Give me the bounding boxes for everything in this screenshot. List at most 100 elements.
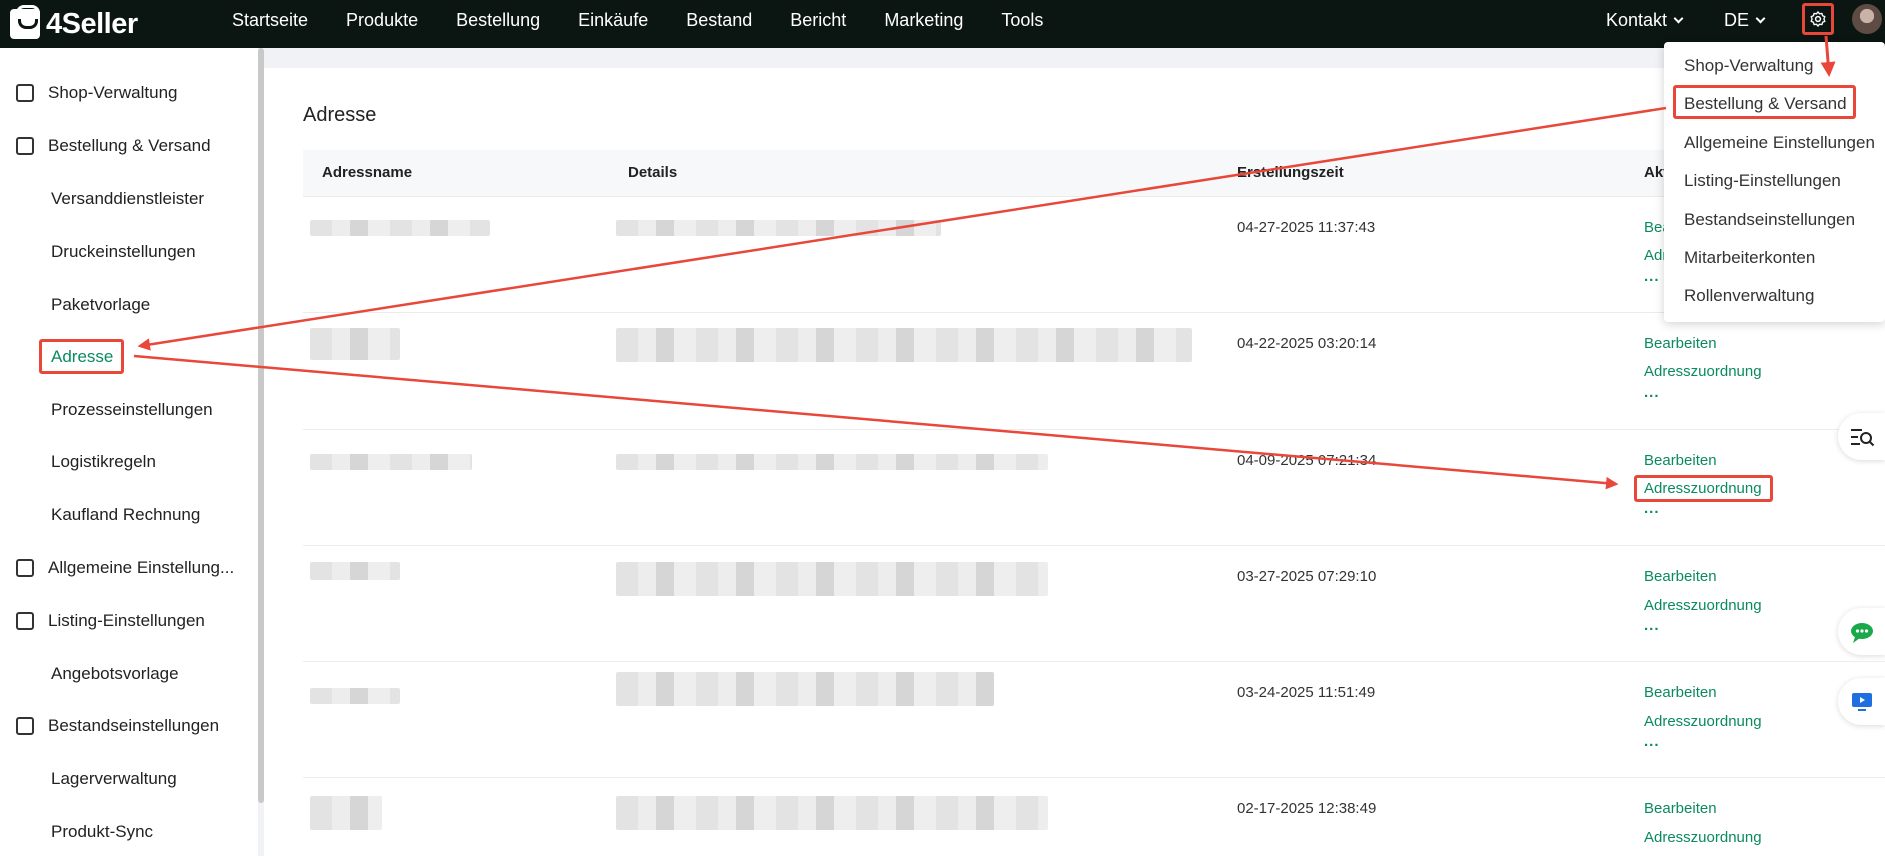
redacted-address-name	[310, 328, 400, 360]
language-dropdown[interactable]: DE	[1724, 0, 1766, 40]
more-actions-button[interactable]: ...	[1644, 733, 1660, 750]
sidebar-item-angebotsvorlage[interactable]: Angebotsvorlage	[51, 659, 179, 689]
row-created-time: 03-24-2025 11:51:49	[1237, 684, 1376, 701]
edit-link[interactable]: Bearbeiten	[1644, 684, 1717, 701]
nav-item-bestand[interactable]: Bestand	[686, 10, 752, 31]
sidebar-item-produkt-sync[interactable]: Produkt-Sync	[51, 817, 153, 847]
redacted-address-name	[310, 220, 490, 236]
edit-link[interactable]: Bearbeiten	[1644, 568, 1717, 585]
edit-link[interactable]: Bearbeiten	[1644, 452, 1717, 469]
sidebar-item-listing-einstellungen[interactable]: Listing-Einstellungen	[16, 606, 205, 636]
redacted-address-name	[310, 796, 382, 830]
row-created-time: 03-27-2025 07:29:10	[1237, 568, 1377, 585]
redacted-address-name	[310, 688, 400, 704]
sidebar-item-allgemeine-einstellungen[interactable]: Allgemeine Einstellung...	[16, 553, 234, 583]
sidebar-item-label: Produkt-Sync	[51, 822, 154, 841]
row-divider	[303, 777, 1885, 778]
nav-item-einkaeufe[interactable]: Einkäufe	[578, 10, 648, 31]
redacted-address-details	[616, 562, 1048, 596]
edit-link[interactable]: Bearbeiten	[1644, 800, 1717, 817]
address-assignment-link[interactable]: Adresszuordnung	[1644, 713, 1762, 730]
sidebar-item-bestandseinstellungen[interactable]: Bestandseinstellungen	[16, 711, 219, 741]
page-title: Adresse	[303, 104, 377, 126]
store-icon	[16, 84, 34, 102]
sidebar-item-label: Versanddienstleister	[51, 189, 205, 208]
row-divider	[303, 429, 1885, 430]
edit-link[interactable]: Bearbeiten	[1644, 335, 1717, 352]
address-assignment-link[interactable]: Adresszuordnung	[1644, 597, 1762, 614]
sidebar-item-kaufland-rechnung[interactable]: Kaufland Rechnung	[51, 500, 200, 530]
column-header-adressname: Adressname	[322, 164, 413, 181]
app-logo[interactable]: 4Seller	[10, 5, 138, 43]
redacted-address-details	[616, 220, 941, 236]
video-tutorial-button[interactable]	[1838, 678, 1885, 725]
sidebar-item-label: Bestellung & Versand	[48, 136, 211, 155]
shopping-bag-icon	[16, 137, 34, 155]
redacted-address-details	[616, 454, 1048, 470]
row-created-time: 04-22-2025 03:20:14	[1237, 335, 1377, 352]
menu-item-rollenverwaltung[interactable]: Rollenverwaltung	[1684, 286, 1814, 306]
sidebar-item-lagerverwaltung[interactable]: Lagerverwaltung	[51, 764, 177, 794]
inventory-icon	[16, 717, 34, 735]
nav-item-marketing[interactable]: Marketing	[884, 10, 963, 31]
sidebar-item-versanddienstleister[interactable]: Versanddienstleister	[51, 184, 204, 214]
sidebar-item-label: Bestandseinstellungen	[48, 716, 220, 735]
row-created-time: 02-17-2025 12:38:49	[1237, 800, 1377, 817]
sidebar-item-label: Logistikregeln	[51, 452, 156, 471]
redacted-address-name	[310, 562, 400, 580]
menu-item-bestandseinstellungen[interactable]: Bestandseinstellungen	[1684, 210, 1855, 230]
sidebar-item-druckeinstellungen[interactable]: Druckeinstellungen	[51, 237, 196, 267]
nav-item-tools[interactable]: Tools	[1001, 10, 1043, 31]
search-help-button[interactable]	[1838, 413, 1885, 460]
sidebar-item-bestellung-versand[interactable]: Bestellung & Versand	[16, 131, 211, 161]
row-created-time: 04-27-2025 11:37:43	[1237, 219, 1376, 236]
nav-item-bestellung[interactable]: Bestellung	[456, 10, 540, 31]
menu-item-shop-verwaltung[interactable]: Shop-Verwaltung	[1684, 56, 1813, 76]
bag-logo-icon	[10, 5, 40, 39]
sidebar-item-paketvorlage[interactable]: Paketvorlage	[51, 290, 150, 320]
chat-icon	[1850, 622, 1873, 643]
chevron-down-icon	[1755, 13, 1766, 23]
row-divider	[303, 545, 1885, 546]
video-play-icon	[1851, 692, 1872, 711]
redacted-address-details	[616, 796, 1048, 830]
nav-item-produkte[interactable]: Produkte	[346, 10, 418, 31]
row-divider	[303, 661, 1885, 662]
language-label: DE	[1724, 9, 1750, 30]
sidebar-item-logistikregeln[interactable]: Logistikregeln	[51, 447, 156, 477]
more-actions-button[interactable]: ...	[1644, 500, 1660, 517]
highlight-box-bestellung-versand	[1673, 85, 1856, 119]
list-search-icon	[1850, 428, 1874, 446]
contact-label: Kontakt	[1606, 9, 1668, 30]
menu-item-listing-einstellungen[interactable]: Listing-Einstellungen	[1684, 171, 1841, 191]
nav-item-startseite[interactable]: Startseite	[232, 10, 308, 31]
menu-item-mitarbeiterkonten[interactable]: Mitarbeiterkonten	[1684, 248, 1815, 268]
contact-dropdown[interactable]: Kontakt	[1606, 0, 1684, 40]
column-header-details: Details	[628, 164, 678, 181]
user-avatar[interactable]	[1852, 4, 1882, 34]
sidebar-item-label: Shop-Verwaltung	[48, 83, 178, 102]
highlight-box-adresszuordnung	[1634, 475, 1773, 502]
more-actions-button[interactable]: ...	[1644, 384, 1660, 401]
gear-icon	[1810, 11, 1826, 27]
sidebar-item-shop-verwaltung[interactable]: Shop-Verwaltung	[16, 78, 177, 108]
sidebar-item-label: Angebotsvorlage	[51, 664, 179, 683]
menu-item-allgemeine-einstellungen[interactable]: Allgemeine Einstellungen	[1684, 133, 1875, 153]
address-assignment-link[interactable]: Adresszuordnung	[1644, 829, 1762, 846]
column-header-erstellungszeit: Erstellungszeit	[1237, 164, 1344, 181]
nav-item-bericht[interactable]: Bericht	[790, 10, 846, 31]
more-actions-button[interactable]: ...	[1644, 268, 1660, 285]
settings-button[interactable]	[1802, 3, 1834, 35]
redacted-address-details	[616, 328, 1192, 362]
document-icon	[16, 559, 34, 577]
redacted-address-name	[310, 454, 472, 470]
app-name: 4Seller	[46, 7, 138, 40]
address-assignment-link[interactable]: Adresszuordnung	[1644, 363, 1762, 380]
sidebar-item-label: Prozesseinstellungen	[51, 400, 213, 419]
more-actions-button[interactable]: ...	[1644, 617, 1660, 634]
row-divider	[303, 196, 1885, 197]
main-nav: Startseite Produkte Bestellung Einkäufe …	[232, 0, 1081, 40]
chat-support-button[interactable]	[1838, 608, 1885, 655]
sidebar-item-prozesseinstellungen[interactable]: Prozesseinstellungen	[51, 395, 213, 425]
chevron-down-icon	[1673, 13, 1684, 23]
